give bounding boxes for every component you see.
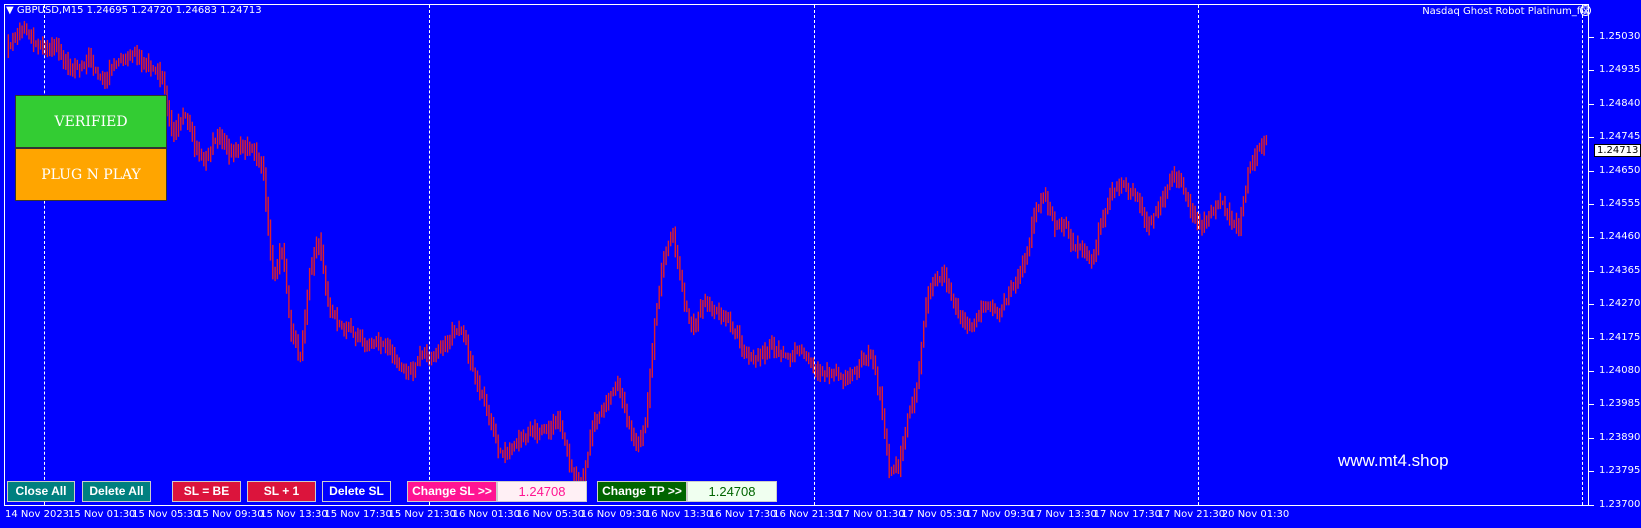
price-tick	[1589, 337, 1594, 339]
price-label: 1.24175	[1599, 331, 1641, 343]
expert-advisor-name: Nasdaq Ghost Robot Platinum_fix	[1422, 6, 1589, 17]
trading-terminal: ▼ GBPUSD,M15 1.24695 1.24720 1.24683 1.2…	[0, 0, 1641, 528]
watermark-text: www.mt4.shop	[1338, 451, 1449, 470]
price-tick	[1589, 204, 1594, 205]
time-label: 15 Nov 09:30	[196, 509, 264, 520]
price-tick	[1589, 270, 1594, 272]
price-tick	[1589, 103, 1594, 105]
price-label: 1.24460	[1599, 231, 1641, 243]
time-label: 16 Nov 09:30	[580, 509, 649, 520]
price-label: 1.23795	[1599, 465, 1641, 477]
price-label: 1.24840	[1599, 97, 1641, 109]
time-label: 17 Nov 17:30	[1093, 509, 1162, 520]
price-tick	[1589, 37, 1594, 38]
price-label: 1.23700	[1599, 498, 1641, 510]
verified-badge: VERIFIED	[15, 95, 167, 148]
time-label: 17 Nov 09:30	[965, 509, 1033, 520]
time-label: 16 Nov 01:30	[452, 509, 521, 520]
chart-title: ▼ GBPUSD,M15 1.24695 1.24720 1.24683 1.2…	[6, 5, 262, 16]
tp-value-input[interactable]: 1.24708	[687, 481, 777, 502]
price-tick	[1589, 371, 1594, 372]
change-tp-button[interactable]: Change TP >>	[597, 481, 687, 502]
time-label: 15 Nov 01:30	[68, 509, 136, 520]
price-label: 1.24745	[1599, 131, 1641, 143]
price-tick	[1589, 504, 1594, 506]
time-label: 17 Nov 05:30	[901, 509, 969, 520]
price-tick	[1589, 170, 1594, 172]
day-separator	[1582, 5, 1583, 505]
price-tick	[1589, 237, 1594, 239]
price-label: 1.24555	[1599, 198, 1641, 209]
day-separator	[1198, 5, 1199, 505]
time-label: 15 Nov 17:30	[324, 509, 392, 520]
price-label: 1.25030	[1599, 31, 1641, 42]
day-separator	[429, 5, 430, 505]
sl-breakeven-button[interactable]: SL = BE	[172, 481, 241, 502]
close-all-button[interactable]: Close All	[7, 481, 75, 502]
price-tick	[1589, 137, 1594, 139]
price-tick	[1589, 70, 1594, 72]
price-label: 1.23890	[1599, 431, 1641, 443]
price-label: 1.24365	[1599, 264, 1641, 276]
sl-plus-one-button[interactable]: SL + 1	[247, 481, 316, 502]
price-tick	[1589, 471, 1594, 473]
time-label: 17 Nov 13:30	[1029, 509, 1097, 520]
price-label: 1.24650	[1599, 164, 1641, 176]
dropdown-triangle-icon[interactable]: ▼	[6, 5, 14, 16]
time-label: 17 Nov 01:30	[837, 509, 905, 520]
change-sl-button[interactable]: Change SL >>	[407, 481, 497, 502]
time-label: 16 Nov 05:30	[516, 509, 585, 520]
price-tick	[1589, 304, 1594, 306]
time-label: 16 Nov 13:30	[644, 509, 713, 520]
delete-sl-button[interactable]: Delete SL	[322, 481, 391, 502]
plug-n-play-badge: PLUG N PLAY	[15, 148, 167, 201]
candlestick-chart	[7, 20, 1268, 490]
time-label: 15 Nov 05:30	[132, 509, 200, 520]
time-label: 20 Nov 01:30	[1221, 509, 1290, 520]
price-tick	[1589, 437, 1594, 439]
time-label: 15 Nov 21:30	[388, 509, 456, 520]
current-price-label: 1.24713	[1594, 144, 1641, 157]
sl-value-input[interactable]: 1.24708	[497, 481, 587, 502]
time-label: 14 Nov 2023	[5, 509, 70, 520]
day-separator	[44, 5, 45, 505]
price-label: 1.24935	[1599, 64, 1641, 76]
time-label: 15 Nov 13:30	[260, 509, 328, 520]
time-label: 17 Nov 21:30	[1157, 509, 1226, 520]
price-label: 1.24080	[1599, 365, 1641, 376]
time-label: 16 Nov 21:30	[773, 509, 841, 520]
delete-all-button[interactable]: Delete All	[82, 481, 151, 502]
price-label: 1.23985	[1599, 398, 1641, 410]
smiley-icon: ☺	[1580, 5, 1591, 16]
day-separator	[814, 5, 815, 505]
price-label: 1.24270	[1599, 298, 1641, 310]
time-label: 16 Nov 17:30	[709, 509, 777, 520]
price-tick	[1589, 404, 1594, 406]
